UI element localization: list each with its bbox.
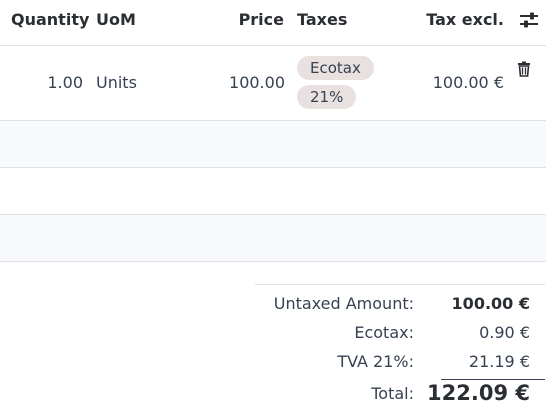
total-divider bbox=[441, 379, 545, 380]
tax-excl-cell: 100.00 € bbox=[432, 73, 504, 92]
uom-cell[interactable]: Units bbox=[96, 73, 137, 92]
column-header-taxes[interactable]: Taxes bbox=[297, 10, 347, 29]
trash-icon[interactable] bbox=[516, 61, 532, 77]
table-row[interactable]: 1.00 Units 100.00 Ecotax 21% 100.00 € bbox=[0, 46, 546, 121]
table-header: Quantity UoM Price Taxes Tax excl. bbox=[0, 0, 546, 46]
column-header-price[interactable]: Price bbox=[239, 10, 284, 29]
column-header-uom[interactable]: UoM bbox=[96, 10, 136, 29]
untaxed-amount-value: 100.00 € bbox=[451, 294, 530, 313]
totals-summary: Untaxed Amount: 100.00 € Ecotax: 0.90 € … bbox=[255, 284, 545, 405]
ecotax-value: 0.90 € bbox=[479, 323, 530, 342]
tva-label: TVA 21%: bbox=[337, 352, 414, 371]
empty-row bbox=[0, 168, 546, 215]
ecotax-label: Ecotax: bbox=[354, 323, 414, 342]
untaxed-amount-label: Untaxed Amount: bbox=[273, 294, 414, 313]
sliders-icon[interactable] bbox=[519, 10, 539, 30]
empty-row bbox=[0, 215, 546, 262]
total-label: Total: bbox=[371, 384, 414, 403]
tax-badge-ecotax: Ecotax bbox=[297, 56, 374, 80]
column-header-tax-excl[interactable]: Tax excl. bbox=[426, 10, 504, 29]
tax-badge-21: 21% bbox=[297, 85, 357, 109]
price-cell[interactable]: 100.00 bbox=[229, 73, 285, 92]
tva-value: 21.19 € bbox=[468, 352, 530, 371]
quantity-cell[interactable]: 1.00 bbox=[47, 73, 83, 92]
total-value: 122.09 € bbox=[427, 381, 530, 405]
column-header-quantity[interactable]: Quantity bbox=[11, 10, 89, 29]
empty-row bbox=[0, 121, 546, 168]
taxes-cell[interactable]: Ecotax 21% bbox=[297, 56, 374, 114]
